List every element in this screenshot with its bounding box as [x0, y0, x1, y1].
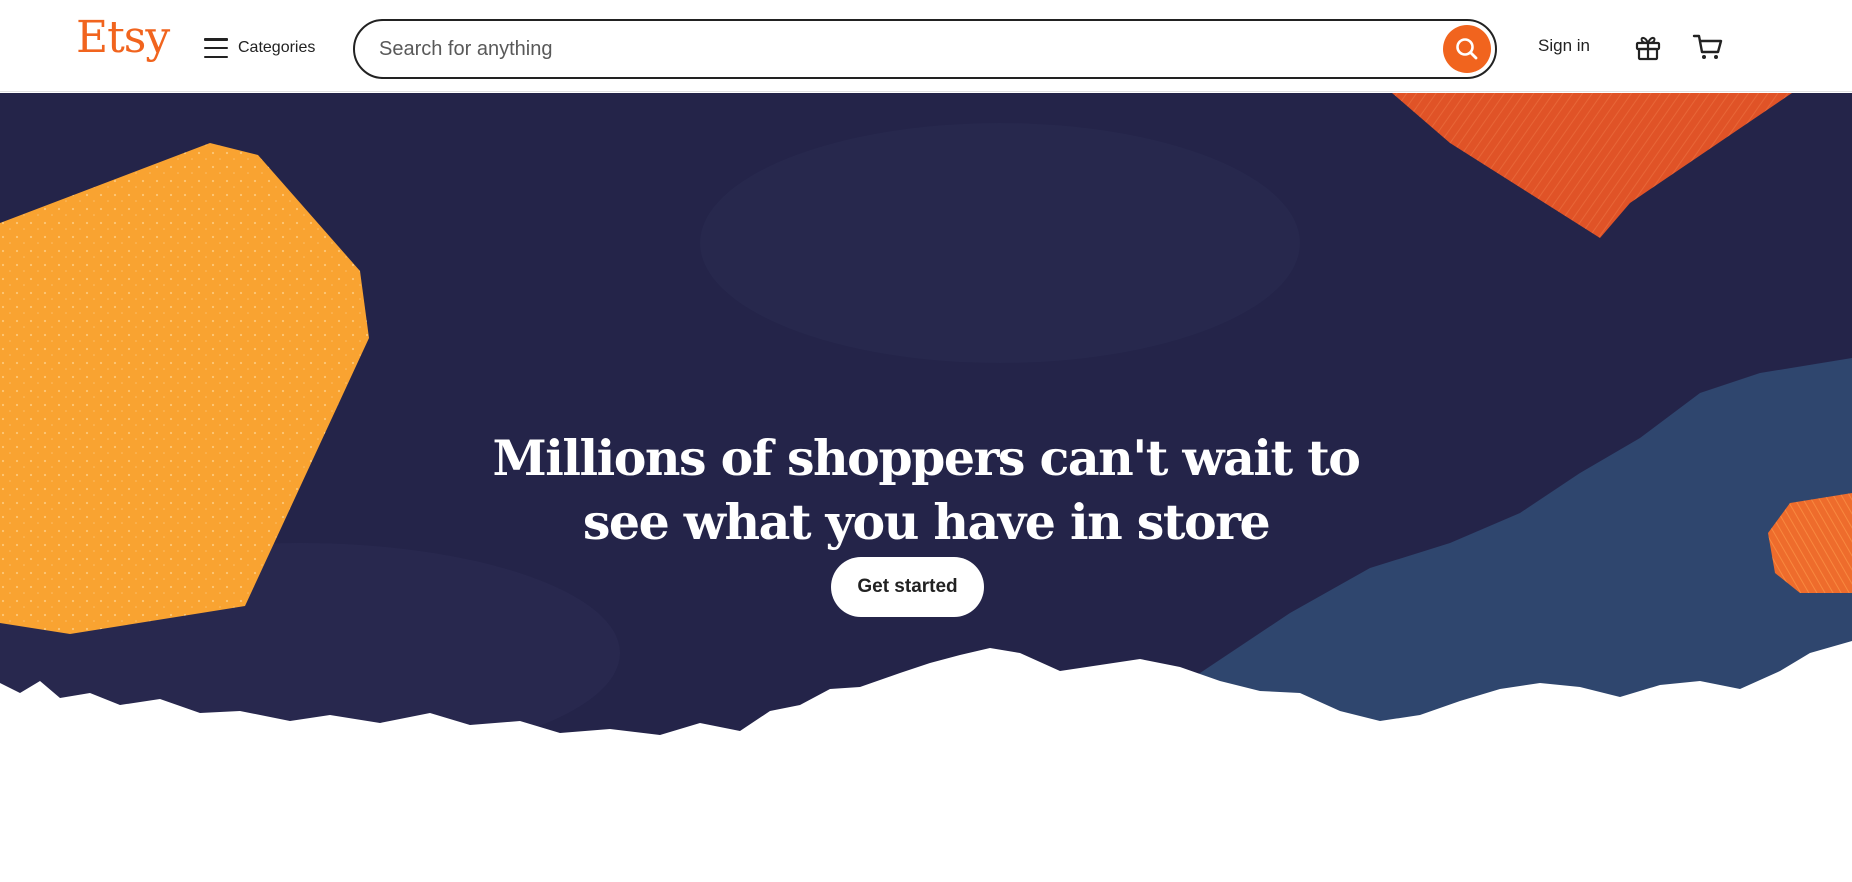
- cart-button[interactable]: [1691, 30, 1725, 64]
- categories-button[interactable]: Categories: [204, 30, 315, 66]
- gift-button[interactable]: [1631, 30, 1665, 64]
- sign-in-link[interactable]: Sign in: [1538, 36, 1590, 56]
- hero-headline: Millions of shoppers can't wait to see w…: [426, 426, 1426, 554]
- gift-icon: [1635, 36, 1661, 61]
- get-started-button[interactable]: Get started: [831, 557, 984, 617]
- site-header: Etsy Categories Sign in: [0, 0, 1852, 92]
- search-bar: [353, 19, 1497, 79]
- cart-icon: [1692, 34, 1723, 59]
- search-icon: [1456, 38, 1478, 60]
- hero-headline-line1: Millions of shoppers can't wait to: [492, 428, 1361, 487]
- hero-headline-line2: see what you have in store: [582, 492, 1271, 551]
- hamburger-menu-icon: [204, 38, 228, 58]
- search-button[interactable]: [1443, 25, 1491, 73]
- etsy-logo[interactable]: Etsy: [76, 16, 170, 60]
- hero-banner: Millions of shoppers can't wait to see w…: [0, 93, 1852, 882]
- categories-label: Categories: [238, 39, 316, 56]
- search-input[interactable]: [377, 33, 1407, 65]
